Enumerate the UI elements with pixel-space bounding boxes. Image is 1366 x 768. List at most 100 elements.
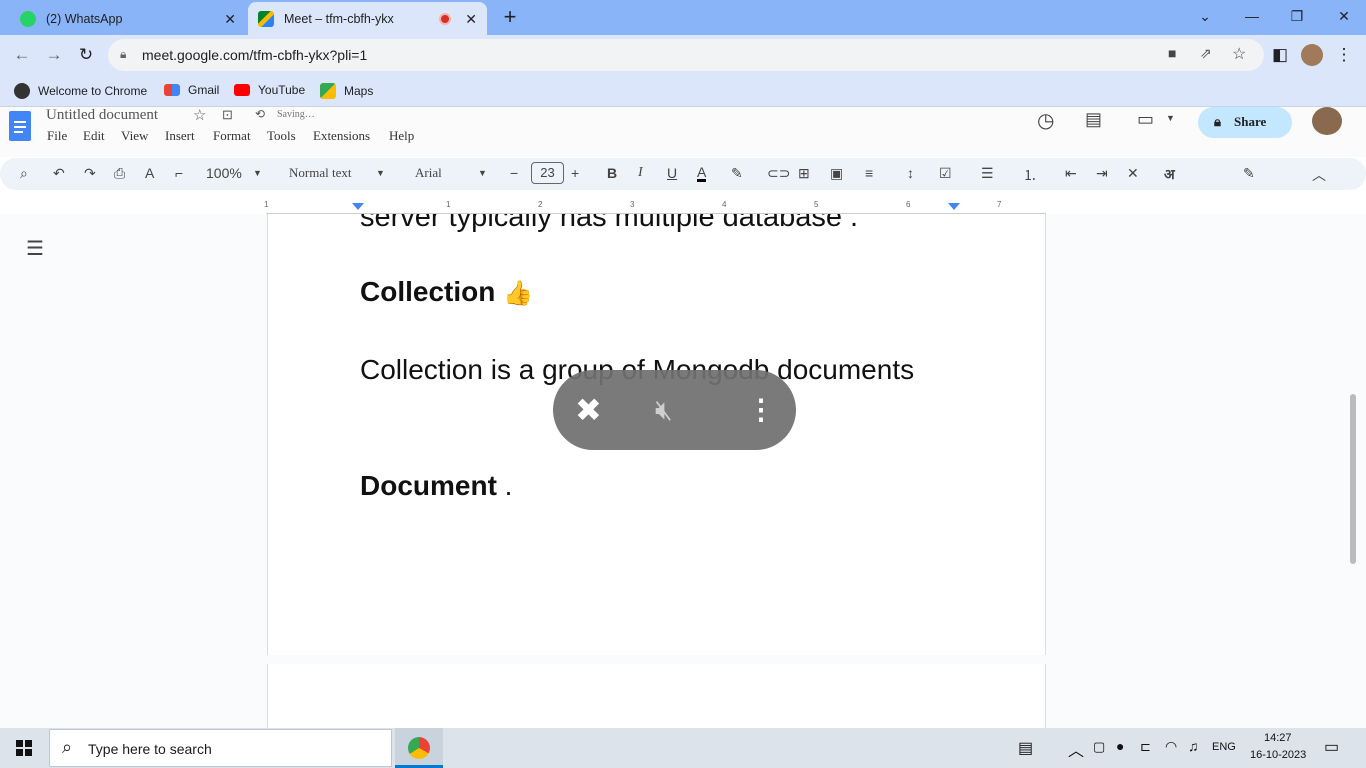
address-bar[interactable]: 🔒︎ meet.google.com/tfm-cbfh-ykx?pli=1 ■ … <box>108 39 1264 71</box>
link-icon[interactable]: ⊂⊃ <box>767 165 790 182</box>
font-size-input[interactable]: 23 <box>531 162 564 184</box>
left-indent-marker[interactable] <box>352 203 364 210</box>
chrome-menu-icon[interactable]: ⋮ <box>1332 43 1356 67</box>
redo-icon[interactable]: ↷ <box>84 165 96 182</box>
undo-icon[interactable]: ↶ <box>53 165 65 182</box>
checklist-icon[interactable]: ☑ <box>939 165 952 182</box>
zoom-select[interactable]: 100% <box>206 165 242 181</box>
bookmark-maps[interactable]: Maps <box>320 83 373 99</box>
taskbar-search-box[interactable]: ⌕ Type here to search <box>49 729 392 767</box>
taskbar-chrome-button[interactable] <box>395 728 443 768</box>
input-tools-icon[interactable]: अ <box>1164 165 1175 184</box>
share-page-icon[interactable]: ⇗ <box>1200 45 1212 62</box>
menu-extensions[interactable]: Extensions <box>313 128 370 144</box>
share-button[interactable]: 🔒︎ Share <box>1198 107 1292 138</box>
profile-avatar[interactable] <box>1301 44 1323 66</box>
align-icon[interactable]: ≡ <box>865 165 873 181</box>
clear-formatting-icon[interactable]: ✕ <box>1127 165 1139 182</box>
notifications-icon[interactable]: ▭ <box>1324 737 1339 757</box>
meet-present-icon[interactable]: ▢ <box>1093 739 1105 755</box>
ruler[interactable]: 1 1 2 3 4 5 6 7 <box>264 200 1046 214</box>
print-icon[interactable]: ⎙ <box>114 165 125 182</box>
microphone-icon[interactable]: ● <box>1116 738 1124 754</box>
tab-whatsapp[interactable]: (2) WhatsApp ✕ <box>10 2 246 35</box>
menu-help[interactable]: Help <box>389 128 414 144</box>
decrease-indent-icon[interactable]: ⇤ <box>1065 165 1077 182</box>
side-panel-icon[interactable]: ◧ <box>1268 43 1292 67</box>
mute-icon[interactable]: 🔇︎ <box>655 390 673 430</box>
close-icon[interactable]: ✕ <box>465 11 477 28</box>
lock-icon[interactable]: 🔒︎ <box>120 47 126 62</box>
numbered-list-icon[interactable]: ⒈ <box>1023 165 1037 185</box>
chevron-up-icon[interactable]: ︿ <box>1312 165 1326 185</box>
outline-icon[interactable]: ☰ <box>26 236 44 261</box>
decrease-font-icon[interactable]: − <box>510 165 518 181</box>
wifi-icon[interactable]: ◠ <box>1165 738 1177 755</box>
tab-search-icon[interactable]: ⌄ <box>1191 4 1219 28</box>
tab-meet[interactable]: Meet – tfm-cbfh-ykx ✕ <box>248 2 487 35</box>
star-icon[interactable]: ☆ <box>193 106 206 124</box>
right-indent-marker[interactable] <box>948 203 960 210</box>
font-select[interactable]: Arial <box>415 165 442 181</box>
bookmark-star-icon[interactable]: ☆ <box>1232 44 1246 64</box>
url-text[interactable]: meet.google.com/tfm-cbfh-ykx?pli=1 <box>142 47 367 63</box>
meet-call-icon[interactable]: ▭ <box>1137 109 1154 130</box>
camera-icon[interactable]: ■ <box>1168 45 1176 61</box>
back-button[interactable]: ← <box>10 43 34 67</box>
bulleted-list-icon[interactable]: ☰ <box>981 165 994 182</box>
unpin-icon[interactable]: ✖ <box>575 390 602 430</box>
style-select[interactable]: Normal text <box>289 165 351 181</box>
chevron-down-icon[interactable]: ▼ <box>376 168 385 178</box>
menu-edit[interactable]: Edit <box>83 128 105 144</box>
spellcheck-icon[interactable]: A <box>145 165 154 181</box>
increase-indent-icon[interactable]: ⇥ <box>1096 165 1108 182</box>
menu-insert[interactable]: Insert <box>165 128 195 144</box>
comments-icon[interactable]: ▤ <box>1085 109 1102 130</box>
move-folder-icon[interactable]: ⊡ <box>222 107 233 123</box>
document-title[interactable]: Untitled document <box>46 107 158 124</box>
clock-date[interactable]: 16-10-2023 <box>1250 749 1306 761</box>
new-tab-button[interactable]: + <box>498 4 522 30</box>
restore-button[interactable]: ❐ <box>1283 4 1311 28</box>
line-spacing-icon[interactable]: ↕ <box>907 165 914 181</box>
search-menus-icon[interactable]: ⌕ <box>20 165 28 182</box>
forward-button[interactable]: → <box>42 43 66 67</box>
chevron-down-icon[interactable]: ▼ <box>478 168 487 178</box>
highlight-icon[interactable]: ✎ <box>731 165 743 182</box>
show-hidden-icons-icon[interactable]: ︿ <box>1068 737 1084 761</box>
underline-icon[interactable]: U <box>667 165 677 181</box>
windows-start-icon[interactable] <box>16 740 32 756</box>
increase-font-icon[interactable]: + <box>571 165 579 181</box>
account-avatar[interactable] <box>1312 107 1342 135</box>
news-widget-icon[interactable]: ▤ <box>1018 738 1033 758</box>
close-window-button[interactable]: ✕ <box>1330 4 1358 28</box>
close-icon[interactable]: ✕ <box>224 11 236 28</box>
battery-icon[interactable]: ⊏ <box>1140 739 1151 755</box>
insert-image-icon[interactable]: ▣ <box>830 165 843 182</box>
menu-format[interactable]: Format <box>213 128 251 144</box>
version-history-icon[interactable]: ◷ <box>1037 108 1054 133</box>
reload-button[interactable]: ↻ <box>74 43 98 67</box>
chevron-down-icon[interactable]: ▼ <box>1166 113 1175 123</box>
menu-tools[interactable]: Tools <box>267 128 296 144</box>
volume-icon[interactable]: ♫ <box>1188 738 1199 754</box>
clock-time[interactable]: 14:27 <box>1264 732 1292 744</box>
bold-icon[interactable]: B <box>607 165 617 181</box>
document-page-2[interactable] <box>267 664 1046 728</box>
italic-icon[interactable]: I <box>638 165 643 181</box>
bookmark-gmail[interactable]: Gmail <box>164 83 219 97</box>
more-options-icon[interactable]: ⋮ <box>747 390 775 430</box>
minimize-button[interactable]: — <box>1238 4 1266 28</box>
text-color-icon[interactable]: A <box>697 165 707 182</box>
menu-view[interactable]: View <box>121 128 148 144</box>
paint-format-icon[interactable]: ⌐ <box>175 165 183 181</box>
editing-mode-icon[interactable]: ✎ <box>1243 165 1255 182</box>
add-comment-icon[interactable]: ⊞ <box>798 165 810 182</box>
docs-logo-icon[interactable] <box>9 111 31 141</box>
chevron-down-icon[interactable]: ▼ <box>253 168 262 178</box>
bookmark-welcome[interactable]: Welcome to Chrome <box>14 83 147 99</box>
bookmark-youtube[interactable]: YouTube <box>234 83 305 97</box>
menu-file[interactable]: File <box>47 128 67 144</box>
language-indicator[interactable]: ENG <box>1212 741 1236 753</box>
vertical-scrollbar[interactable] <box>1350 394 1356 564</box>
